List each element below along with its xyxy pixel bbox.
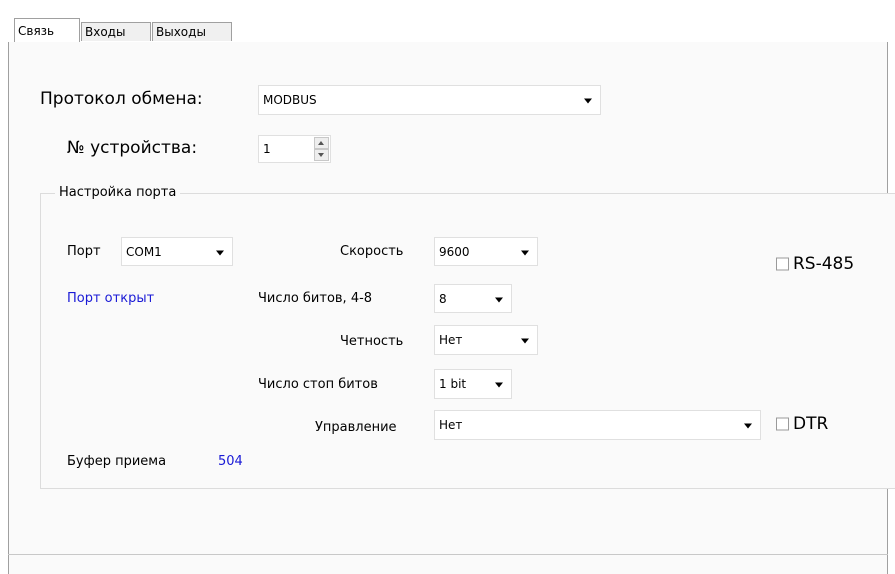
buffer-label: Буфер приема [67, 454, 167, 469]
chevron-down-icon [744, 423, 752, 429]
device-number-value: 1 [263, 142, 271, 156]
stop-bits-value: 1 bit [439, 377, 467, 391]
port-select[interactable]: COM1 [121, 237, 233, 266]
rs485-checkbox[interactable]: RS-485 [776, 253, 876, 275]
port-status-text: Порт открыт [67, 291, 155, 306]
chevron-down-icon [521, 338, 529, 344]
spin-up-button[interactable] [314, 137, 329, 149]
stop-bits-label: Число стоп битов [258, 377, 378, 392]
flow-control-select[interactable]: Нет [434, 410, 761, 440]
tab-connection-label: Связь [18, 24, 55, 38]
rs485-label: RS-485 [793, 254, 855, 274]
port-settings-title: Настройка порта [55, 185, 181, 200]
data-bits-label: Число битов, 4-8 [258, 291, 373, 306]
dtr-checkbox[interactable]: DTR [776, 413, 856, 435]
panel-divider [8, 554, 888, 555]
chevron-down-icon [495, 297, 503, 302]
parity-label: Четность [340, 334, 404, 349]
tab-connection[interactable]: Связь [14, 18, 80, 43]
port-label: Порт [67, 244, 101, 259]
protocol-select[interactable]: MODBUS [258, 85, 601, 115]
protocol-label: Протокол обмена: [40, 89, 203, 109]
protocol-value: MODBUS [263, 93, 317, 107]
data-bits-select[interactable]: 8 [434, 284, 512, 313]
chevron-down-icon [584, 98, 592, 104]
data-bits-value: 8 [439, 291, 447, 306]
chevron-down-icon [521, 250, 529, 255]
chevron-down-icon [495, 382, 503, 388]
spin-down-button[interactable] [314, 149, 329, 161]
chevron-down-icon [216, 250, 224, 255]
arrow-down-icon [318, 153, 324, 157]
flow-control-label: Управление [315, 420, 397, 435]
buffer-value: 504 [218, 454, 243, 469]
arrow-up-icon [318, 141, 324, 145]
checkbox-box [776, 257, 789, 271]
dtr-label: DTR [793, 414, 829, 434]
speed-value: 9600 [439, 244, 470, 259]
port-value: COM1 [126, 244, 162, 259]
parity-value: Нет [439, 333, 463, 347]
stop-bits-select[interactable]: 1 bit [434, 369, 512, 399]
tab-inputs[interactable]: Входы [81, 22, 151, 41]
parity-select[interactable]: Нет [434, 325, 538, 355]
checkbox-box [776, 417, 789, 431]
tab-outputs[interactable]: Выходы [152, 22, 232, 41]
tab-outputs-label: Выходы [156, 25, 206, 39]
device-number-label: № устройства: [67, 138, 198, 158]
tab-strip: Связь Входы Выходы [8, 18, 888, 43]
speed-select[interactable]: 9600 [434, 237, 538, 266]
device-number-stepper[interactable]: 1 [258, 135, 331, 163]
flow-control-value: Нет [439, 418, 463, 432]
speed-label: Скорость [340, 244, 404, 259]
tab-inputs-label: Входы [85, 25, 126, 39]
